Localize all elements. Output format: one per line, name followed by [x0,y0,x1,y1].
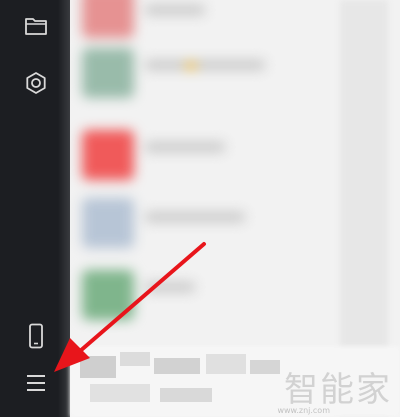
red-arrow-annotation [54,242,206,372]
arrow-head [54,338,90,372]
arrow-line [70,242,206,360]
